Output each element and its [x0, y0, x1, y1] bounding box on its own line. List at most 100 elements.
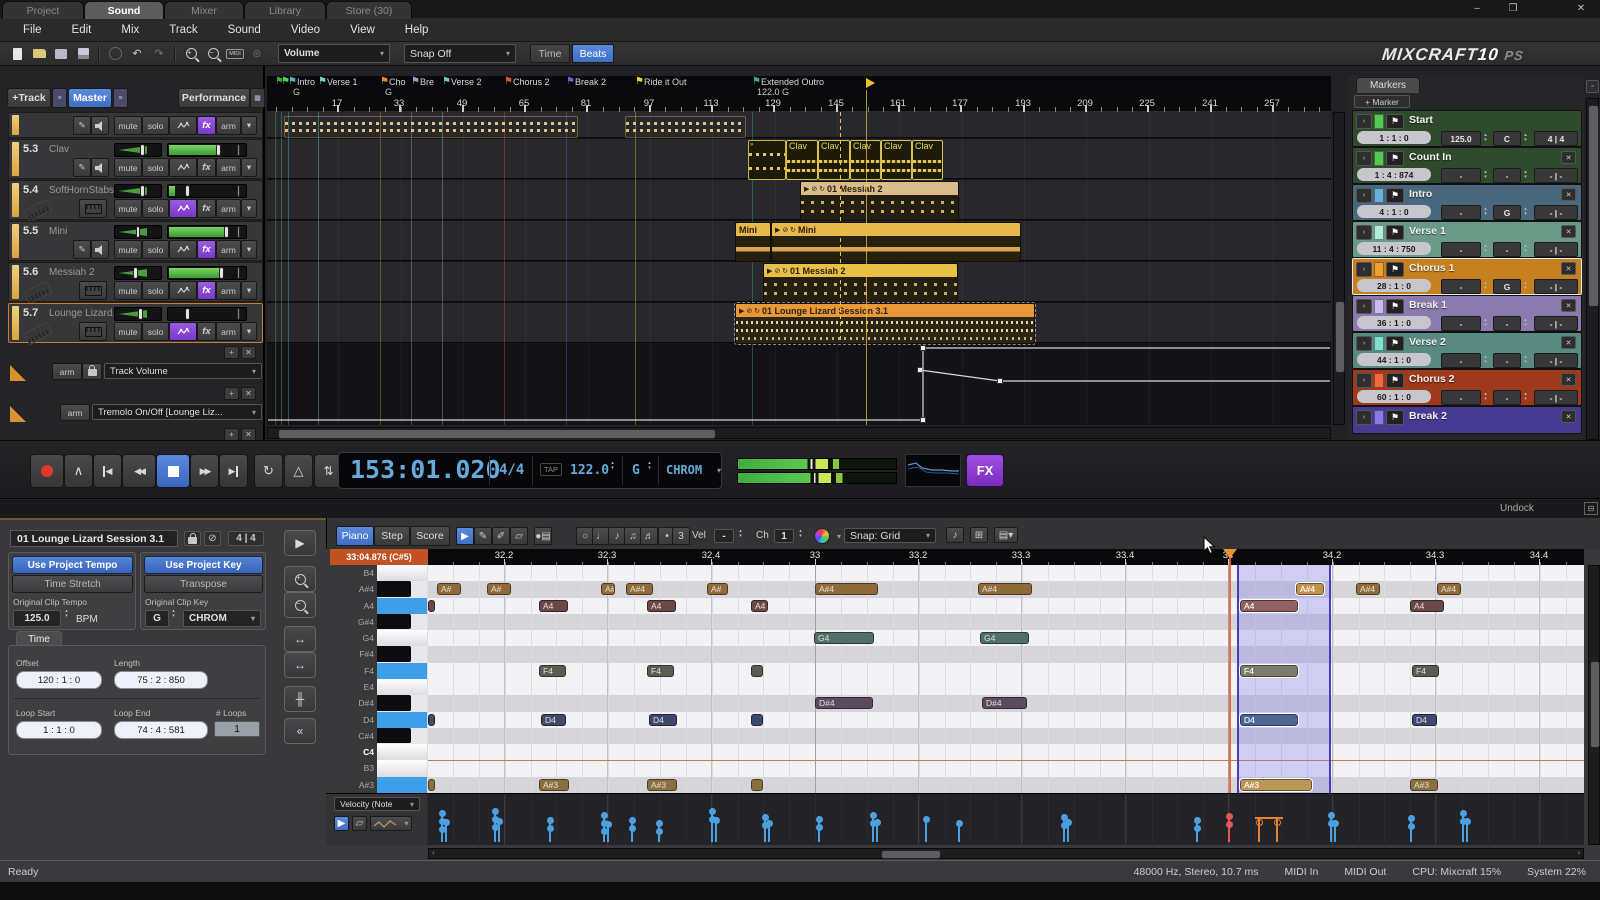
piano-key[interactable] — [377, 760, 428, 778]
velocity-value[interactable]: - — [714, 529, 734, 543]
marker-tempo[interactable]: - — [1441, 353, 1481, 368]
velocity-stem[interactable] — [445, 819, 447, 842]
new-file-icon[interactable] — [7, 45, 27, 63]
timeline-marker-label[interactable]: Verse 2 — [451, 77, 482, 87]
num-loops-field[interactable]: 1 — [214, 721, 260, 737]
add-track-menu-icon[interactable]: ≡ — [52, 88, 67, 108]
marker-color-swatch[interactable] — [1374, 336, 1384, 351]
marker-row[interactable]: › ⚑ Chorus 1✕28 : 1 : 0 - ▴▾ G ▴▾ - | - — [1352, 258, 1582, 295]
midi-note[interactable]: F4 — [647, 665, 674, 677]
eraser-tool-icon[interactable]: ▱ — [510, 527, 528, 545]
timeline-marker-label[interactable]: Verse 1 — [327, 77, 358, 87]
fx-button[interactable]: fx — [197, 199, 216, 218]
tab-mixer[interactable]: Mixer — [164, 1, 244, 19]
midi-note[interactable]: A#4 — [1296, 583, 1324, 595]
velocity-stem[interactable] — [631, 817, 633, 842]
time-tab[interactable]: Time — [16, 631, 62, 646]
velocity-stem[interactable] — [1410, 815, 1412, 842]
timeline-marker-flag-icon[interactable]: ⚑ — [288, 76, 297, 87]
marker-time[interactable]: 36 : 1 : 0 — [1357, 316, 1431, 329]
marker-name[interactable]: Chorus 2 — [1409, 373, 1455, 385]
automation-button[interactable] — [169, 116, 197, 135]
solo-button[interactable]: solo — [142, 158, 169, 177]
track-pan-slider[interactable] — [114, 307, 162, 321]
marker-expand-icon[interactable]: › — [1356, 299, 1372, 314]
marker-row[interactable]: › ⚑ Verse 1✕11 : 4 : 750 - ▴▾ - ▴▾ - | - — [1352, 221, 1582, 258]
roll-tab-piano[interactable]: Piano — [336, 526, 374, 546]
midi-note[interactable]: A4 — [1240, 600, 1298, 612]
speaker-icon[interactable] — [91, 116, 109, 135]
marker-key[interactable]: G — [1493, 279, 1521, 294]
fast-forward-button[interactable]: ▶▶ — [190, 454, 219, 488]
velocity-type-dropdown[interactable]: Velocity (Note▾ — [334, 797, 420, 811]
loop-end-field[interactable]: 74 : 4 : 581 — [114, 721, 208, 739]
marker-row[interactable]: › ⚑ Break 2✕ — [1352, 406, 1582, 434]
lane-lock-icon[interactable] — [82, 363, 102, 380]
timeline-marker-flag-icon[interactable]: ⚑ — [566, 76, 575, 87]
automation-type-dropdown[interactable]: Volume▾ — [278, 44, 390, 63]
piano-key[interactable] — [377, 679, 428, 696]
record-button[interactable] — [30, 454, 64, 488]
velocity-stem[interactable] — [925, 816, 927, 842]
track-color-strip[interactable] — [12, 142, 19, 176]
midi-note[interactable]: G4 — [814, 632, 874, 644]
solo-button[interactable]: solo — [142, 116, 169, 135]
length-field[interactable]: 75 : 2 : 850 — [114, 671, 208, 689]
lane-arm-button[interactable]: arm — [60, 404, 90, 421]
midi-note[interactable]: A#3 — [647, 779, 677, 791]
velocity-stem[interactable] — [876, 819, 878, 842]
piano-key[interactable] — [377, 695, 428, 713]
solo-button[interactable]: solo — [142, 240, 169, 259]
piano-key[interactable] — [377, 646, 428, 664]
marker-time[interactable]: 4 : 1 : 0 — [1357, 205, 1431, 218]
master-fx-button[interactable]: FX — [966, 454, 1004, 487]
velocity-stem[interactable] — [549, 817, 551, 842]
marker-tempo[interactable]: - — [1441, 205, 1481, 220]
offset-field[interactable]: 120 : 1 : 0 — [16, 671, 102, 689]
master-track-button[interactable]: Master — [68, 88, 112, 108]
track-row[interactable]: 5.3 Clav ✎ mute solo fx arm ▾ — [8, 139, 263, 179]
pencil-tool-icon[interactable]: ✎ — [474, 527, 492, 545]
fx-button[interactable]: fx — [197, 322, 216, 341]
mute-button[interactable]: mute — [114, 240, 142, 259]
marker-time[interactable]: 44 : 1 : 0 — [1357, 353, 1431, 366]
undo-icon[interactable]: ↶ — [127, 45, 147, 63]
midi-note[interactable] — [751, 714, 763, 726]
midi-note[interactable]: A#4 — [626, 583, 653, 595]
mixer-strip-button[interactable]: ╫ — [284, 686, 316, 712]
instrument-sticker-icon[interactable] — [23, 199, 52, 223]
timeline-hscrollbar[interactable] — [267, 427, 1331, 439]
redo-icon[interactable]: ↷ — [149, 45, 169, 63]
midi-note[interactable]: A# — [601, 583, 615, 595]
menu-sound[interactable]: Sound — [213, 18, 276, 42]
marker-meter[interactable]: - | - — [1534, 316, 1578, 331]
tap-tempo-button[interactable]: TAP — [540, 463, 562, 476]
midi-note[interactable]: F4 — [539, 665, 566, 677]
velocity-stem[interactable] — [1276, 819, 1278, 842]
marker-name[interactable]: Break 2 — [1409, 410, 1447, 422]
collapse-panel-button[interactable]: « — [284, 718, 316, 744]
roll-ruler[interactable]: 32.2 32.3 32.4 33 33.2 33.3 33.4 34 34.2… — [428, 549, 1584, 565]
midi-note[interactable]: A#4 — [978, 583, 1032, 595]
add-marker-button[interactable]: + Marker — [1354, 95, 1410, 108]
remove-lane-icon[interactable]: ✕ — [241, 387, 256, 400]
track-volume-slider[interactable] — [167, 266, 247, 280]
track-row[interactable]: 5.5 Mini ✎ mute solo fx arm ▾ — [8, 221, 263, 261]
track-pan-slider[interactable] — [114, 266, 162, 280]
velocity-stem[interactable] — [1063, 814, 1065, 842]
velocity-stem[interactable] — [1330, 812, 1332, 842]
track-pan-slider[interactable] — [114, 184, 162, 198]
midi-note[interactable]: A#4 — [1356, 583, 1380, 595]
use-project-key-button[interactable]: Use Project Key — [144, 556, 263, 574]
marker-time[interactable]: 60 : 1 : 0 — [1357, 390, 1431, 403]
timeline-marker-label[interactable]: Extended Outro — [761, 77, 824, 87]
marker-color-swatch[interactable] — [1374, 151, 1384, 166]
time-signature[interactable]: 4/4 — [499, 462, 524, 478]
track-color-strip[interactable] — [12, 224, 19, 258]
marker-delete-icon[interactable]: ✕ — [1561, 299, 1576, 312]
marker-meter[interactable]: - | - — [1534, 205, 1578, 220]
track-options-chevron-icon[interactable]: ▾ — [241, 199, 257, 218]
midi-note[interactable]: D4 — [1412, 714, 1437, 726]
track-name[interactable]: Clav — [49, 144, 69, 155]
clip-mute-button[interactable]: ⊘ — [204, 531, 221, 546]
